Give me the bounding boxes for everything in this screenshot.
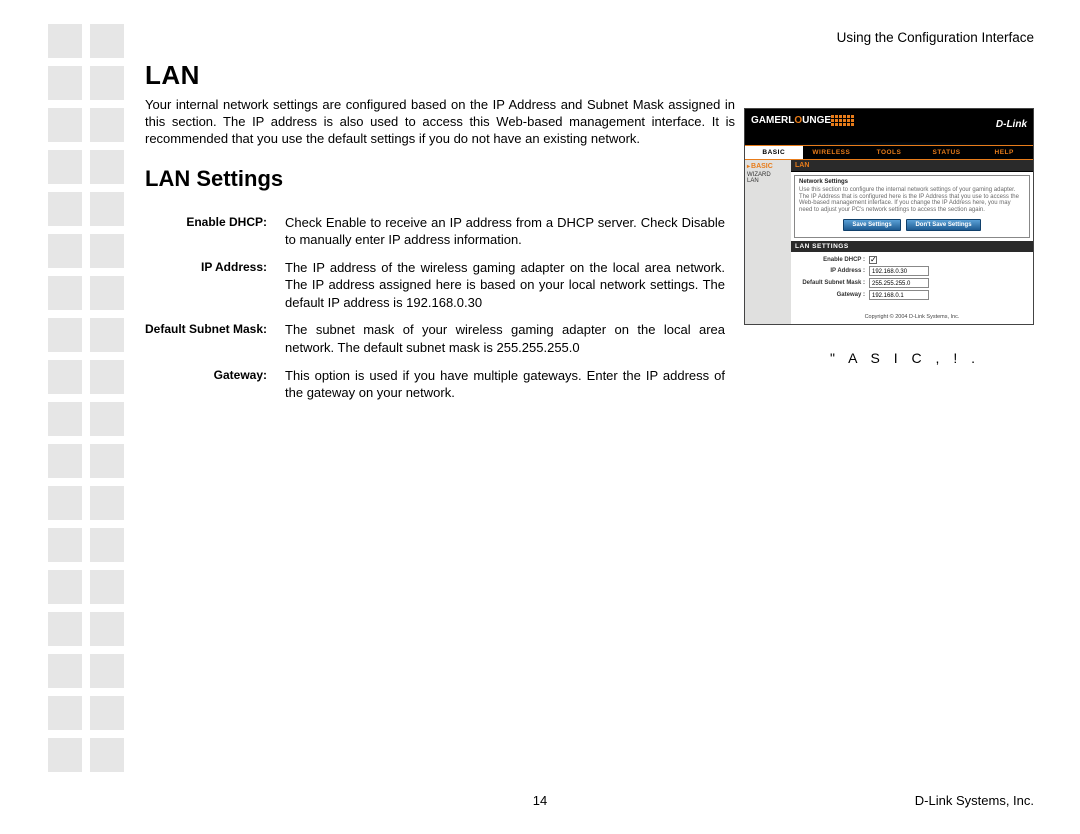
ip-address-input[interactable]: 192.168.0.30 (869, 266, 929, 276)
setting-desc: The IP address of the wireless gaming ad… (285, 259, 725, 322)
sidebar-item-lan[interactable]: LAN (747, 178, 789, 184)
setting-desc: Check Enable to receive an IP address fr… (285, 214, 725, 259)
brand-accent: O (794, 115, 802, 126)
lan-settings-bar: LAN SETTINGS (791, 241, 1033, 252)
tab-bar: BASIC WIRELESS TOOLS STATUS HELP (745, 145, 1033, 160)
table-row: Enable DHCP: Check Enable to receive an … (145, 214, 725, 259)
table-row: Gateway: This option is used if you have… (145, 367, 725, 412)
field-label-dhcp: Enable DHCP : (797, 257, 869, 263)
screenshot-copyright: Copyright © 2004 D-Link Systems, Inc. (791, 310, 1033, 324)
lan-fields: Enable DHCP : IP Address : 192.168.0.30 … (791, 252, 1033, 310)
tab-help[interactable]: HELP (975, 146, 1033, 159)
screenshot-sidebar: BASIC WIZARD LAN (745, 160, 791, 324)
screenshot-header: GAMERLOUNGE D-Link (745, 109, 1033, 145)
sidebar-heading: BASIC (747, 163, 789, 172)
dot-grid-icon (831, 115, 854, 126)
interface-screenshot: GAMERLOUNGE D-Link BASIC WIRELESS TOOLS … (744, 108, 1034, 325)
field-label-mask: Default Subnet Mask : (797, 280, 869, 286)
screenshot-main: LAN Network Settings Use this section to… (791, 160, 1033, 324)
page-number: 14 (533, 793, 547, 808)
field-label-ip: IP Address : (797, 268, 869, 274)
setting-label: IP Address: (145, 259, 285, 322)
setting-label: Default Subnet Mask: (145, 321, 285, 366)
gateway-input[interactable]: 192.168.0.1 (869, 290, 929, 300)
tab-tools[interactable]: TOOLS (860, 146, 918, 159)
dlink-logo: D-Link (996, 119, 1027, 130)
network-settings-text: Use this section to configure the intern… (799, 187, 1025, 213)
decorative-squares (48, 24, 128, 780)
subnet-mask-input[interactable]: 255.255.255.0 (869, 278, 929, 288)
save-settings-button[interactable]: Save Settings (843, 219, 900, 231)
figure-caption: " A S I C , ! . (830, 350, 980, 366)
section-title: LAN Settings (145, 166, 735, 192)
network-settings-title: Network Settings (799, 179, 1025, 185)
enable-dhcp-checkbox[interactable] (869, 256, 877, 264)
footer-company: D-Link Systems, Inc. (915, 793, 1034, 808)
setting-desc: The subnet mask of your wireless gaming … (285, 321, 725, 366)
section-bar-lan: LAN (791, 160, 1033, 172)
tab-basic[interactable]: BASIC (745, 146, 803, 159)
header-breadcrumb: Using the Configuration Interface (837, 30, 1034, 45)
tab-wireless[interactable]: WIRELESS (803, 146, 861, 159)
tab-status[interactable]: STATUS (918, 146, 976, 159)
main-content: LAN Your internal network settings are c… (145, 60, 735, 412)
network-settings-box: Network Settings Use this section to con… (794, 175, 1030, 238)
setting-label: Enable DHCP: (145, 214, 285, 259)
brand-logo: GAMERLOUNGE (751, 115, 831, 126)
table-row: Default Subnet Mask: The subnet mask of … (145, 321, 725, 366)
dont-save-button[interactable]: Don't Save Settings (906, 219, 980, 231)
field-label-gateway: Gateway : (797, 292, 869, 298)
settings-table: Enable DHCP: Check Enable to receive an … (145, 214, 725, 412)
page-title: LAN (145, 60, 735, 91)
setting-desc: This option is used if you have multiple… (285, 367, 725, 412)
table-row: IP Address: The IP address of the wirele… (145, 259, 725, 322)
intro-text: Your internal network settings are confi… (145, 97, 735, 148)
setting-label: Gateway: (145, 367, 285, 412)
